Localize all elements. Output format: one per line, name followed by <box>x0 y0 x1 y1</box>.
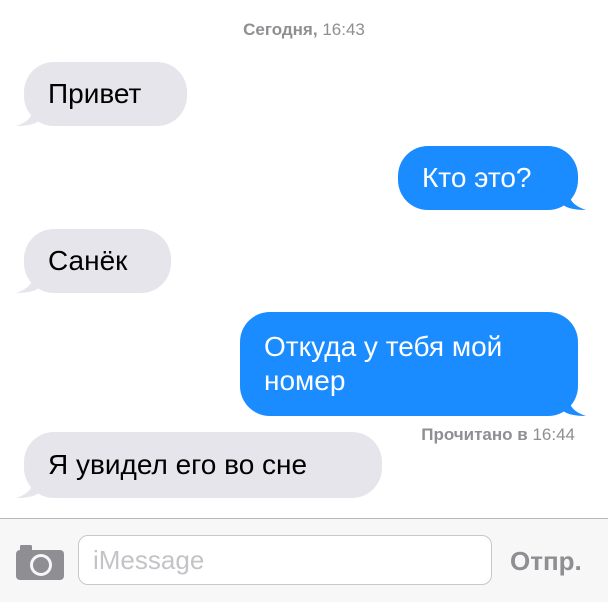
read-receipt-label: Прочитано в <box>421 425 528 444</box>
message-bubble-incoming[interactable]: Я увидел его во сне <box>16 432 382 498</box>
bubble-tail <box>562 188 586 210</box>
message-bubble-outgoing[interactable]: Откуда у тебя мой номер <box>240 312 586 416</box>
bubble-tail <box>562 394 586 416</box>
message-text: Кто это? <box>422 162 532 193</box>
conversation-timestamp: Сегодня, 16:43 <box>0 20 608 40</box>
read-receipt-time: 16:44 <box>532 425 575 444</box>
camera-icon[interactable] <box>15 543 65 581</box>
message-text: Привет <box>48 78 142 109</box>
read-receipt: Прочитано в 16:44 <box>421 425 575 445</box>
message-bubble-incoming[interactable]: Санёк <box>16 229 171 293</box>
timestamp-day: Сегодня, <box>243 20 318 39</box>
message-input-placeholder: iMessage <box>93 544 205 575</box>
message-bubble-outgoing[interactable]: Кто это? <box>398 146 586 210</box>
bubble-tail <box>16 476 40 498</box>
bubble-tail <box>16 104 40 126</box>
message-text: Санёк <box>48 245 128 276</box>
message-composer: iMessage Отпр. <box>0 518 608 602</box>
timestamp-time: 16:43 <box>322 20 365 39</box>
conversation-screen: Сегодня, 16:43 Привет Кто это? Санёк Отк… <box>0 0 608 602</box>
message-input[interactable]: iMessage <box>78 535 492 585</box>
message-text: Откуда у тебя мой номер <box>264 331 503 396</box>
message-text: Я увидел его во сне <box>48 449 308 480</box>
bubble-tail <box>16 271 40 293</box>
send-button[interactable]: Отпр. <box>510 543 582 579</box>
message-bubble-incoming[interactable]: Привет <box>16 62 187 126</box>
